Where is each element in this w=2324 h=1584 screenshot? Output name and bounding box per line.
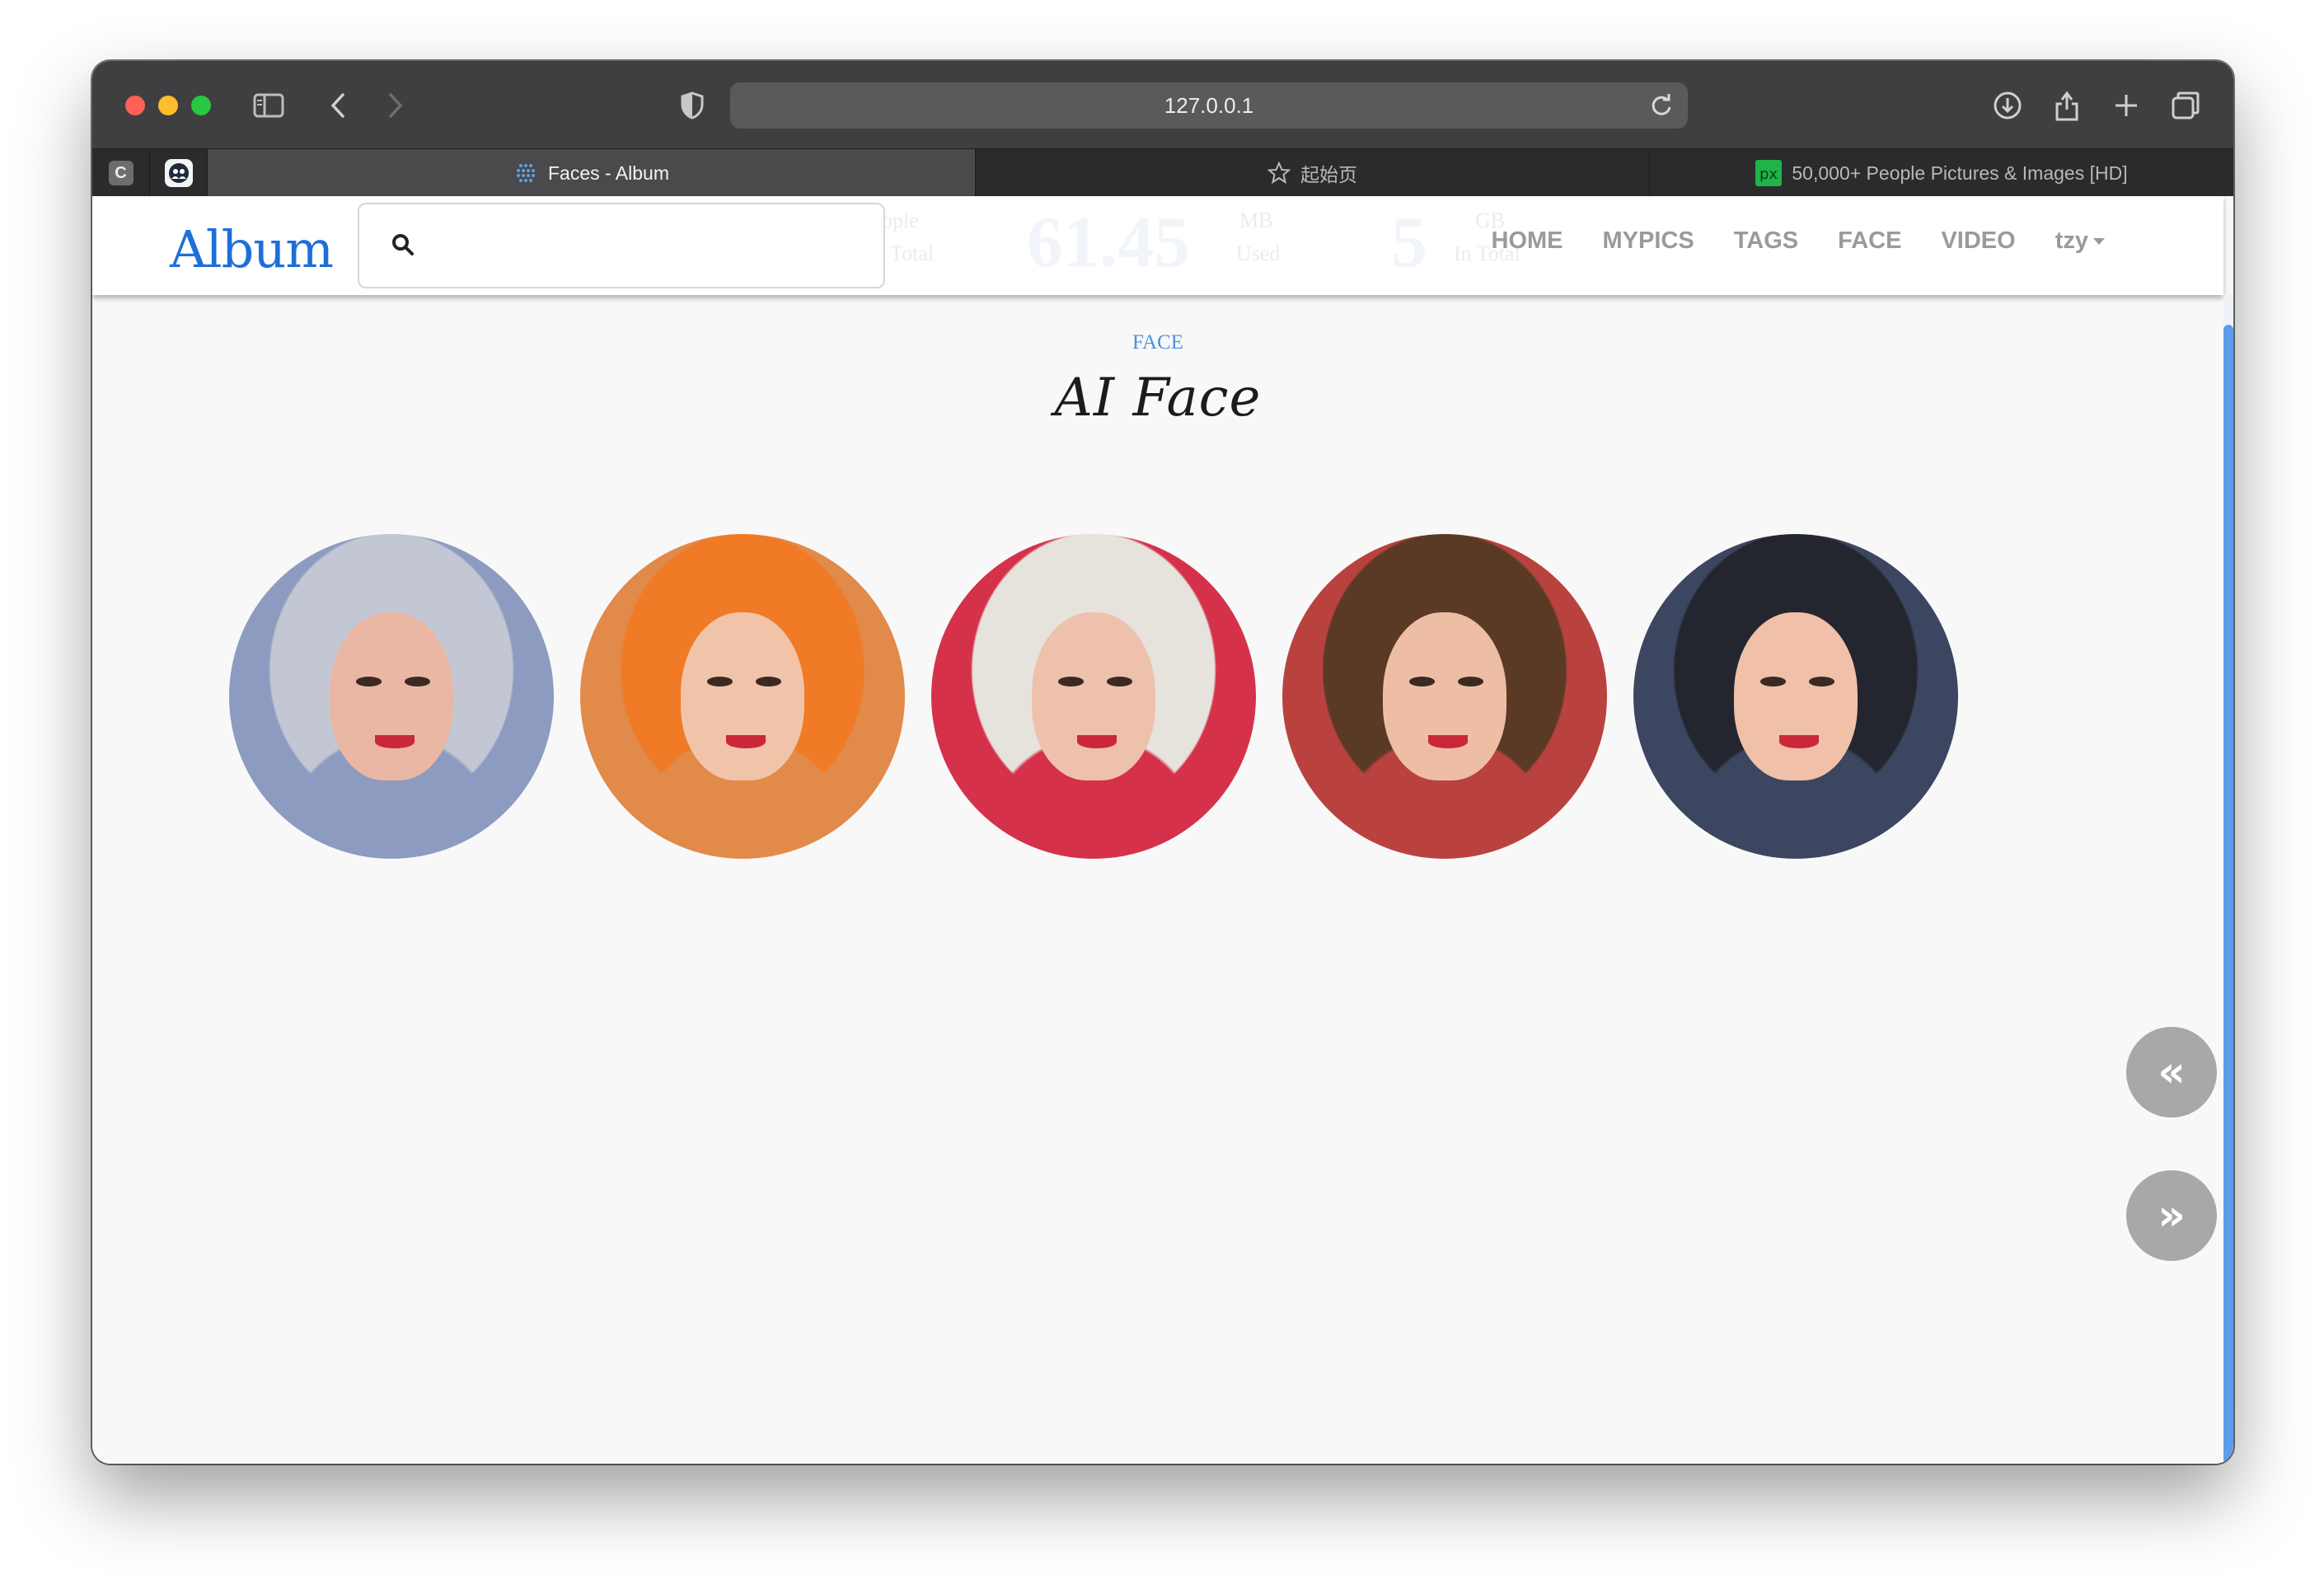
close-window-button[interactable] bbox=[125, 96, 145, 115]
face-skin bbox=[1734, 612, 1858, 781]
site-navbar: Album ople Total 61.45 MB Used 5 GB In T… bbox=[92, 196, 2223, 295]
tab-start-page[interactable]: 起始页 bbox=[976, 149, 1650, 197]
c-letter-icon: C bbox=[108, 161, 134, 185]
face-lips bbox=[375, 735, 415, 749]
ghost-mb-value: 61.45 bbox=[1027, 203, 1190, 283]
face-gallery bbox=[229, 534, 1984, 859]
px-logo-icon: px bbox=[1755, 160, 1783, 186]
nav-face[interactable]: FACE bbox=[1838, 227, 1901, 255]
face-thumbnail[interactable] bbox=[1633, 534, 1958, 859]
nav-video[interactable]: VIDEO bbox=[1941, 227, 2015, 255]
ghost-mb-label: MB bbox=[1239, 209, 1273, 232]
search-icon bbox=[391, 232, 415, 261]
page-content: Album ople Total 61.45 MB Used 5 GB In T… bbox=[92, 196, 2233, 1464]
section-eyebrow: FACE bbox=[1132, 331, 1184, 354]
search-input[interactable] bbox=[425, 221, 870, 270]
tab-faces-album[interactable]: Faces - Album bbox=[208, 149, 976, 197]
people-app-icon bbox=[164, 159, 193, 187]
double-chevron-left-icon: « bbox=[2158, 1047, 2186, 1097]
ghost-used-label: Used bbox=[1236, 241, 1281, 265]
tab-people-pictures[interactable]: px 50,000+ People Pictures & Images [HD] bbox=[1650, 149, 2233, 197]
ghost-people-label: ople bbox=[882, 209, 919, 232]
sidebar-toggle-icon[interactable] bbox=[251, 87, 287, 124]
zoom-window-button[interactable] bbox=[191, 96, 211, 115]
face-lips bbox=[1077, 735, 1117, 749]
site-logo[interactable]: Album bbox=[170, 219, 334, 279]
minimize-window-button[interactable] bbox=[158, 96, 178, 115]
privacy-shield-icon[interactable] bbox=[674, 87, 710, 124]
face-thumbnail[interactable] bbox=[229, 534, 554, 859]
scrollbar-thumb[interactable] bbox=[2223, 325, 2233, 1464]
main-nav: HOME MYPICS TAGS FACE VIDEO tzy bbox=[1452, 227, 2105, 255]
face-skin bbox=[1383, 612, 1506, 781]
tab-title: Faces - Album bbox=[548, 162, 669, 184]
user-menu-dropdown[interactable]: tzy bbox=[2055, 227, 2105, 255]
forward-icon[interactable] bbox=[377, 87, 414, 124]
face-lips bbox=[1779, 735, 1819, 749]
nav-mypics[interactable]: MYPICS bbox=[1603, 227, 1694, 255]
search-field[interactable] bbox=[358, 203, 885, 288]
address-bar[interactable]: 127.0.0.1 bbox=[730, 82, 1688, 129]
face-skin bbox=[1032, 612, 1155, 781]
browser-window: 127.0.0.1 C Faces - Album 起始页 px 50,000+… bbox=[92, 61, 2233, 1464]
double-chevron-right-icon: » bbox=[2158, 1191, 2186, 1240]
url-text: 127.0.0.1 bbox=[1164, 92, 1254, 118]
browser-toolbar: 127.0.0.1 bbox=[92, 61, 2233, 148]
ghost-total-label: Total bbox=[890, 241, 935, 265]
previous-page-button[interactable]: « bbox=[2126, 1027, 2217, 1118]
face-thumbnail[interactable] bbox=[931, 534, 1256, 859]
page-scrollbar[interactable] bbox=[2223, 295, 2233, 1464]
back-icon[interactable] bbox=[320, 87, 356, 124]
next-page-button[interactable]: » bbox=[2126, 1170, 2217, 1261]
page-title: AI Face bbox=[1054, 368, 1262, 429]
face-skin bbox=[681, 612, 804, 781]
star-icon bbox=[1267, 162, 1291, 185]
downloads-icon[interactable] bbox=[1989, 87, 2026, 124]
pinned-tab-app[interactable] bbox=[150, 149, 208, 197]
nav-tags[interactable]: TAGS bbox=[1734, 227, 1798, 255]
new-tab-icon[interactable] bbox=[2108, 87, 2144, 124]
tab-title: 50,000+ People Pictures & Images [HD] bbox=[1792, 162, 2128, 184]
svg-text:px: px bbox=[1759, 166, 1778, 183]
caret-down-icon bbox=[2093, 237, 2105, 245]
user-name: tzy bbox=[2055, 227, 2088, 254]
pinned-tab-c[interactable]: C bbox=[92, 149, 150, 197]
face-thumbnail[interactable] bbox=[1282, 534, 1607, 859]
ghost-gb-value: 5 bbox=[1391, 203, 1427, 283]
face-thumbnail[interactable] bbox=[580, 534, 905, 859]
tab-overview-icon[interactable] bbox=[2167, 87, 2204, 124]
tab-title: 起始页 bbox=[1300, 164, 1357, 185]
grid-dots-icon bbox=[513, 161, 538, 185]
face-lips bbox=[726, 735, 766, 749]
face-skin bbox=[330, 612, 453, 781]
nav-home[interactable]: HOME bbox=[1492, 227, 1563, 255]
share-icon[interactable] bbox=[2049, 87, 2085, 124]
face-lips bbox=[1428, 735, 1468, 749]
tab-bar: C Faces - Album 起始页 px 50,000+ People Pi… bbox=[92, 148, 2233, 197]
reload-icon[interactable] bbox=[1648, 92, 1675, 119]
